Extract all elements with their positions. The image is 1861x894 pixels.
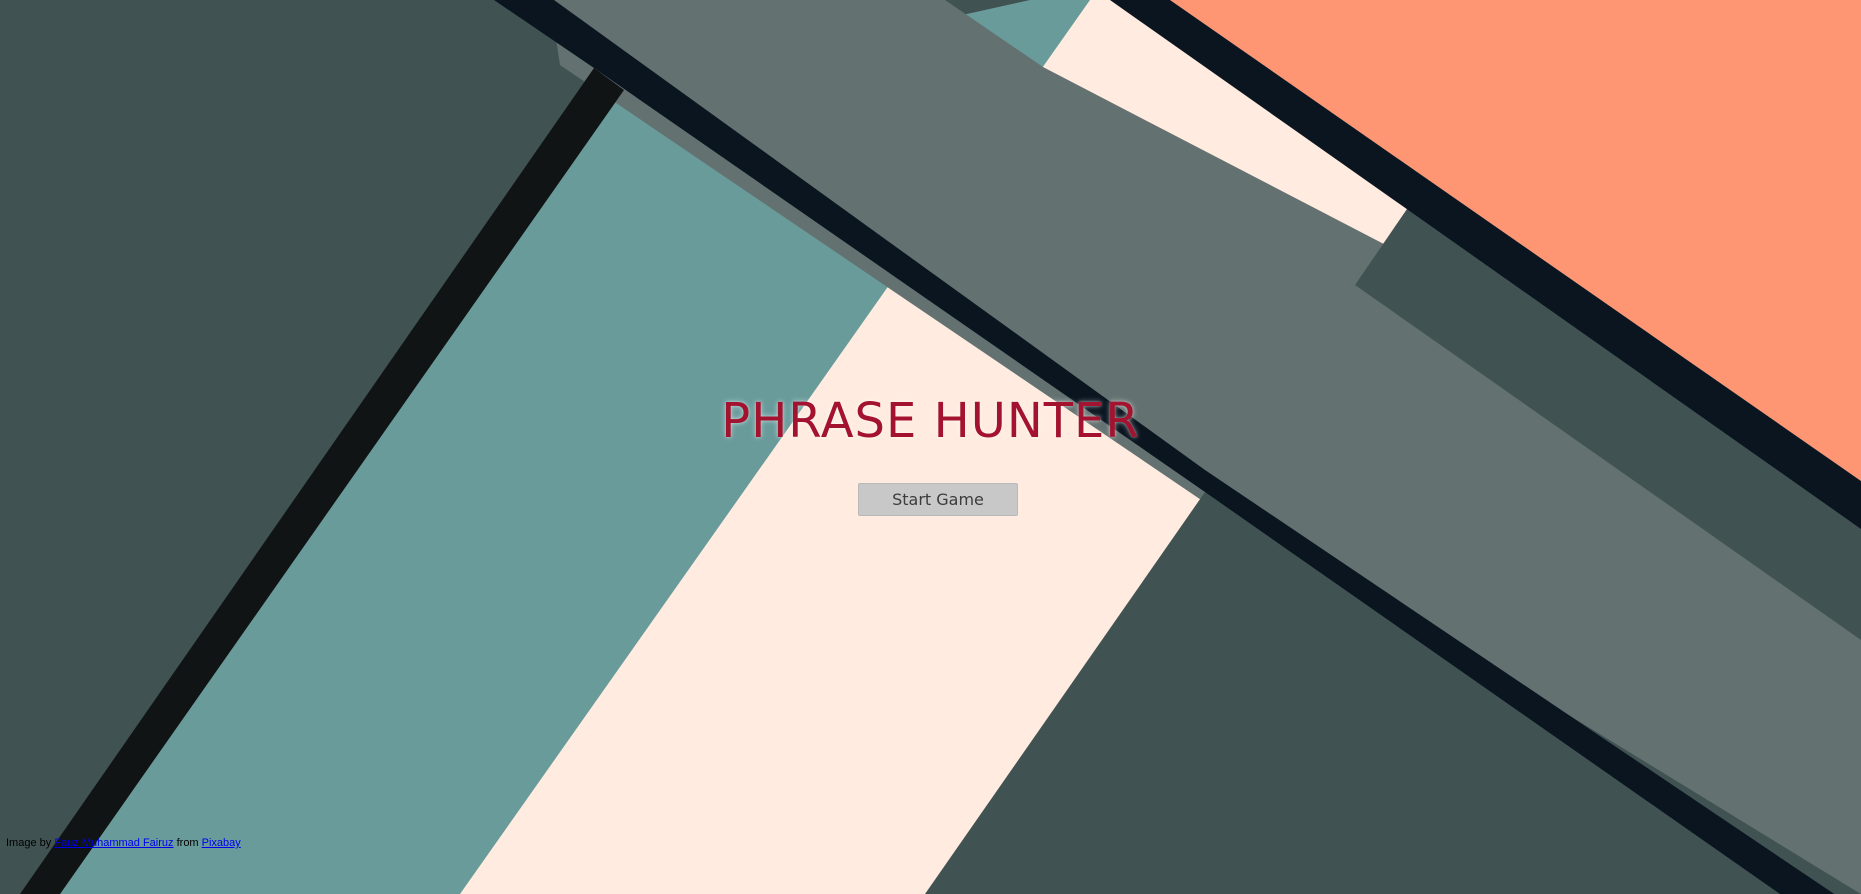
credit-prefix: Image by [6, 837, 52, 849]
credit-author-link[interactable]: Fauz Muhammad Fairuz [54, 837, 173, 849]
start-screen: PHRASE HUNTER Start Game Image by Fauz M… [0, 0, 1861, 894]
credit-source-link[interactable]: Pixabay [202, 837, 241, 849]
image-credit: Image by Fauz Muhammad Fairuz from Pixab… [6, 837, 241, 849]
page-title: PHRASE HUNTER [721, 393, 1140, 449]
credit-middle: from [176, 837, 199, 849]
start-game-button[interactable]: Start Game [858, 483, 1018, 516]
